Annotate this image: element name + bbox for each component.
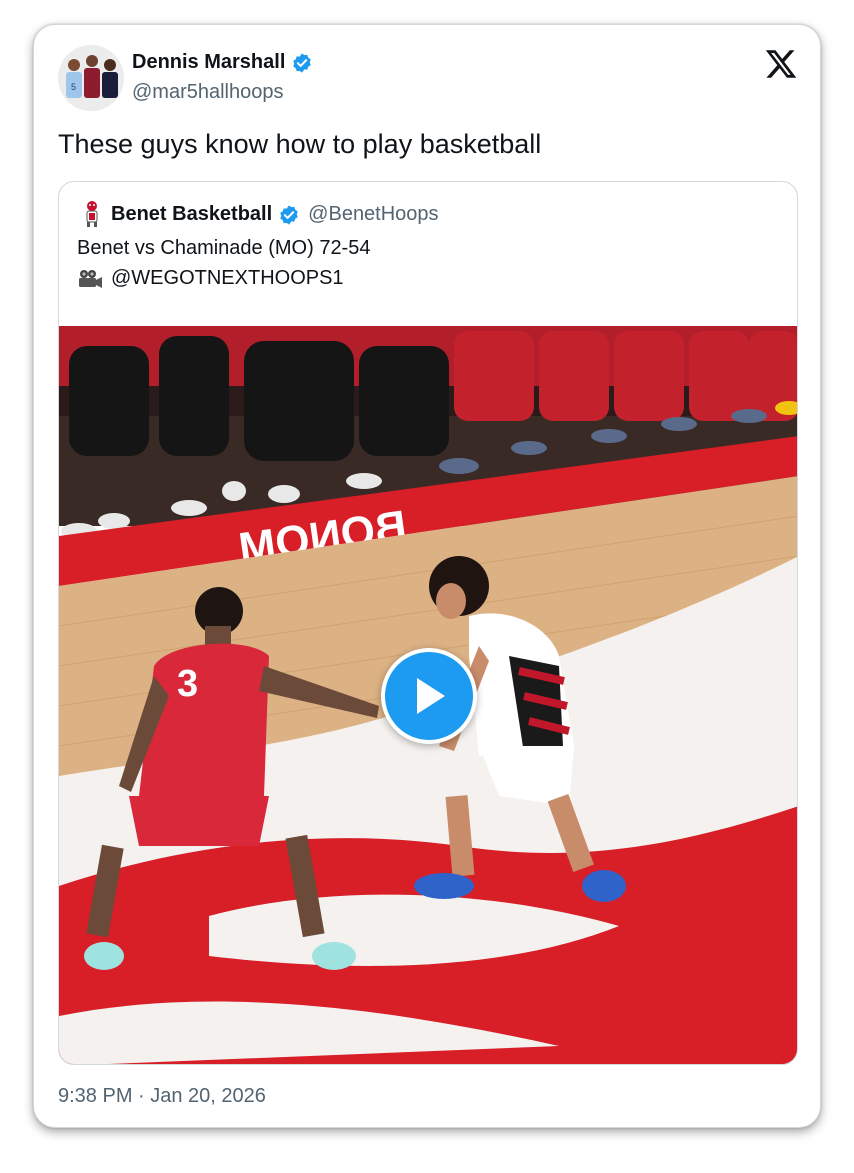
x-logo-icon[interactable] (764, 47, 798, 81)
author-name[interactable]: Dennis Marshall (132, 51, 313, 74)
verified-badge-icon (278, 204, 300, 226)
movie-camera-icon (77, 269, 103, 289)
tweet-text: These guys know how to play basketball (58, 129, 542, 159)
team-logo-icon[interactable] (79, 198, 105, 228)
svg-text:5: 5 (71, 82, 76, 92)
quoted-tweet[interactable]: Benet Basketball @BenetHoops Benet vs Ch… (58, 181, 798, 1065)
author-handle[interactable]: @mar5hallhoops (132, 81, 284, 104)
tweet-card: 5 Dennis Marshall @mar5hallhoops These g… (33, 24, 821, 1128)
quoted-handle[interactable]: @BenetHoops (308, 203, 438, 226)
tweet-timestamp[interactable]: 9:38 PM · Jan 20, 2026 (58, 1085, 266, 1108)
play-icon[interactable] (381, 648, 477, 744)
quoted-author[interactable]: Benet Basketball @BenetHoops (111, 203, 439, 226)
quoted-credit: @WEGOTNEXTHOOPS1 (77, 267, 344, 290)
quoted-text: Benet vs Chaminade (MO) 72-54 (77, 237, 371, 259)
author-avatar[interactable]: 5 (58, 45, 124, 111)
verified-badge-icon (291, 52, 313, 74)
credit-handle[interactable]: @WEGOTNEXTHOOPS1 (111, 267, 344, 290)
video-player[interactable]: BONOM 3 (59, 326, 797, 1064)
jersey-number: 3 (177, 663, 198, 705)
